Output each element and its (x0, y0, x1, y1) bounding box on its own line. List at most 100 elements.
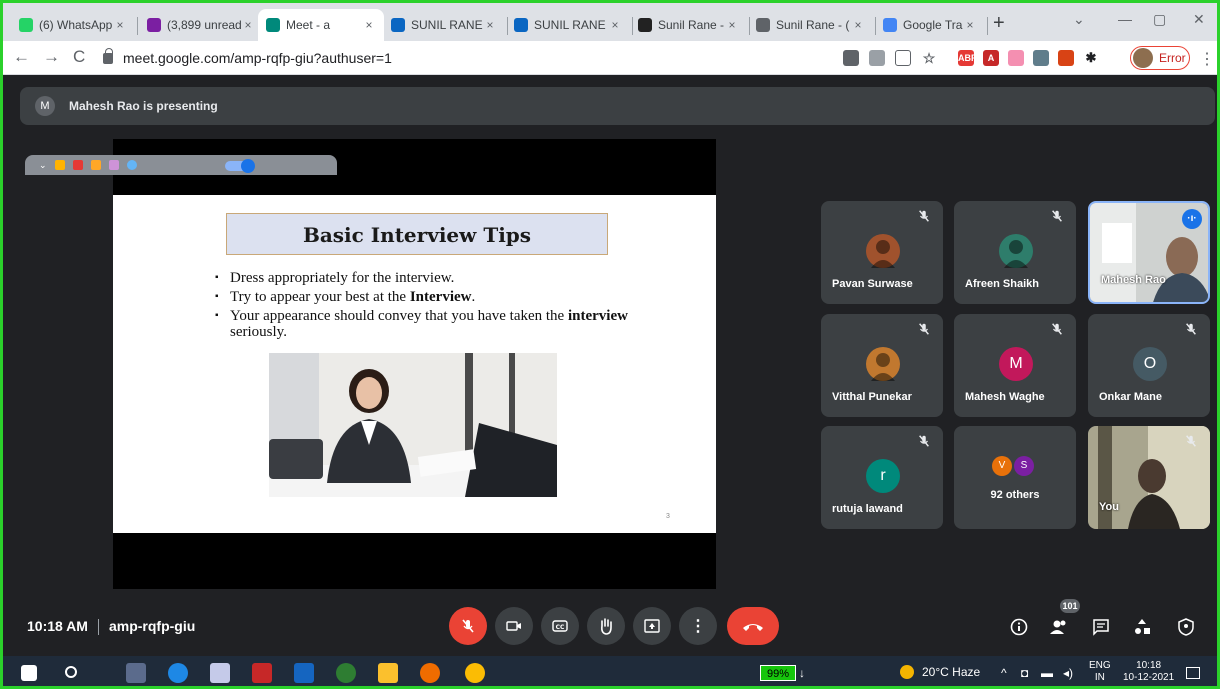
notifications-blocked-icon[interactable] (869, 50, 885, 66)
globe-icon (756, 18, 770, 32)
chrome-icon[interactable] (465, 663, 485, 683)
share-icon[interactable] (895, 50, 911, 66)
participant-tile[interactable]: Pavan Surwase (821, 201, 943, 304)
participant-tile[interactable]: M Mahesh Waghe (954, 314, 1076, 417)
paint-icon[interactable] (420, 663, 440, 683)
task-view-icon[interactable] (126, 663, 146, 683)
close-icon[interactable]: × (362, 18, 376, 32)
new-tab-icon[interactable]: + (993, 13, 1005, 33)
word-icon[interactable] (294, 663, 314, 683)
profile-error-button[interactable]: Error (1130, 46, 1190, 70)
browser-tab[interactable]: Meet - a × (258, 9, 384, 41)
close-icon[interactable]: × (963, 18, 977, 32)
chevron-down-icon[interactable]: ⌄ (1073, 11, 1085, 28)
annotation-toggle[interactable] (225, 159, 255, 173)
raise-hand-button[interactable] (587, 607, 625, 645)
eraser-icon[interactable] (108, 160, 119, 170)
meeting-code: amp-rqfp-giu (108, 618, 196, 634)
present-icon (644, 619, 660, 633)
extension-arrow-icon[interactable] (1008, 50, 1024, 66)
participant-tile[interactable]: Afreen Shaikh (954, 201, 1076, 304)
clock[interactable]: 10:18 10-12-2021 (1123, 660, 1174, 684)
extension-icon[interactable] (1033, 50, 1049, 66)
captions-button[interactable]: CC (541, 607, 579, 645)
participant-tile[interactable]: O Onkar Mane (1088, 314, 1210, 417)
activities-button[interactable] (1130, 615, 1154, 639)
search-icon[interactable] (65, 666, 77, 678)
close-icon[interactable]: × (241, 18, 255, 32)
browser-tab-bar: (6) WhatsApp × (3,899 unread) × Meet - a × SUN… (3, 3, 1217, 41)
slide-bullet: ▪ Your appearance should convey that you … (215, 308, 645, 340)
acrobat-icon[interactable] (252, 663, 272, 683)
adblock-icon[interactable]: ABP (958, 50, 977, 66)
color-icon[interactable] (126, 160, 137, 170)
participant-tile[interactable]: You (1088, 426, 1210, 529)
battery-indicator[interactable]: 99% (760, 665, 796, 681)
restore-icon[interactable]: ▢ (1153, 11, 1166, 28)
host-controls-button[interactable] (1174, 615, 1198, 639)
highlighter-icon[interactable] (72, 160, 83, 170)
close-icon[interactable]: × (608, 18, 622, 32)
chevron-down-icon[interactable]: ⌄ (39, 160, 47, 171)
present-button[interactable] (633, 607, 671, 645)
mic-off-button[interactable] (449, 607, 487, 645)
browser-tab[interactable]: Sunil Rane - \ × (630, 9, 747, 41)
slide-bullet: ▪ Dress appropriately for the interview. (215, 270, 645, 286)
back-arrow-icon[interactable]: ← (13, 48, 30, 66)
star-icon[interactable]: ☆ (921, 50, 937, 66)
onedrive-icon[interactable]: ◘ (1021, 666, 1028, 680)
calculator-icon[interactable] (210, 663, 230, 683)
reload-icon[interactable]: C (73, 48, 85, 66)
weather-widget[interactable]: 20°C Haze (900, 665, 980, 679)
participant-tile[interactable]: r rutuja lawand (821, 426, 943, 529)
extension-red-icon[interactable] (1058, 50, 1074, 66)
file-explorer-icon[interactable] (378, 663, 398, 683)
browser-tab[interactable]: Google Trans× (875, 9, 985, 41)
network-icon[interactable]: ▬ (1041, 666, 1053, 680)
tab-label: (6) WhatsApp (39, 18, 113, 32)
windows-start-icon[interactable] (21, 665, 37, 681)
app-icon[interactable] (336, 663, 356, 683)
minimize-icon[interactable]: — (1118, 11, 1132, 27)
browser-tab[interactable]: SUNIL RANE × (383, 9, 505, 41)
annotation-toolbar[interactable]: ⌄ (25, 155, 337, 175)
participant-tile[interactable]: Vitthal Punekar (821, 314, 943, 417)
browser-tab[interactable]: SUNIL RANE × (506, 9, 630, 41)
address-bar[interactable]: meet.google.com/amp-rqfp-giu?authuser=1 (103, 45, 803, 71)
browser-tab[interactable]: Sunil Rane - (× (748, 9, 873, 41)
linkedin-icon (514, 18, 528, 32)
pen-icon[interactable] (54, 160, 65, 170)
leave-call-button[interactable] (727, 607, 779, 645)
bullet-icon: ▪ (215, 310, 219, 321)
presenting-banner: M Mahesh Rao is presenting (20, 87, 1215, 125)
avatar-initial: S (1014, 456, 1034, 476)
browser-toolbar: ← → C meet.google.com/amp-rqfp-giu?authu… (3, 41, 1217, 75)
participant-tile[interactable]: V S 92 others (954, 426, 1076, 529)
close-icon[interactable]: × (483, 18, 497, 32)
close-window-icon[interactable]: ✕ (1193, 11, 1205, 28)
people-button[interactable] (1047, 615, 1071, 639)
edge-icon[interactable] (168, 663, 188, 683)
meet-icon (266, 18, 280, 32)
close-icon[interactable]: × (725, 18, 739, 32)
menu-icon[interactable]: ⋮ (1199, 49, 1215, 69)
meeting-details-button[interactable] (1007, 615, 1031, 639)
close-icon[interactable]: × (113, 18, 127, 32)
volume-icon[interactable]: ◂) (1063, 666, 1073, 680)
chat-button[interactable] (1089, 615, 1113, 639)
camera-button[interactable] (495, 607, 533, 645)
browser-tab[interactable]: (3,899 unread) × (139, 9, 263, 41)
participant-tile[interactable]: ·ı· Mahesh Rao (1088, 201, 1210, 304)
pdf-icon[interactable]: A (983, 50, 999, 66)
chevron-up-icon[interactable]: ^ (1001, 666, 1007, 680)
more-options-button[interactable]: ⋮ (679, 607, 717, 645)
forward-arrow-icon[interactable]: → (43, 48, 60, 66)
language-indicator[interactable]: ENG IN (1089, 660, 1111, 684)
camera-icon[interactable] (843, 50, 859, 66)
browser-tab[interactable]: (6) WhatsApp × (11, 9, 135, 41)
marker-icon[interactable] (90, 160, 101, 170)
notifications-icon[interactable] (1186, 667, 1200, 679)
speaking-indicator-icon: ·ı· (1182, 209, 1202, 229)
puzzle-icon[interactable]: ✱ (1083, 50, 1099, 66)
close-icon[interactable]: × (851, 18, 865, 32)
